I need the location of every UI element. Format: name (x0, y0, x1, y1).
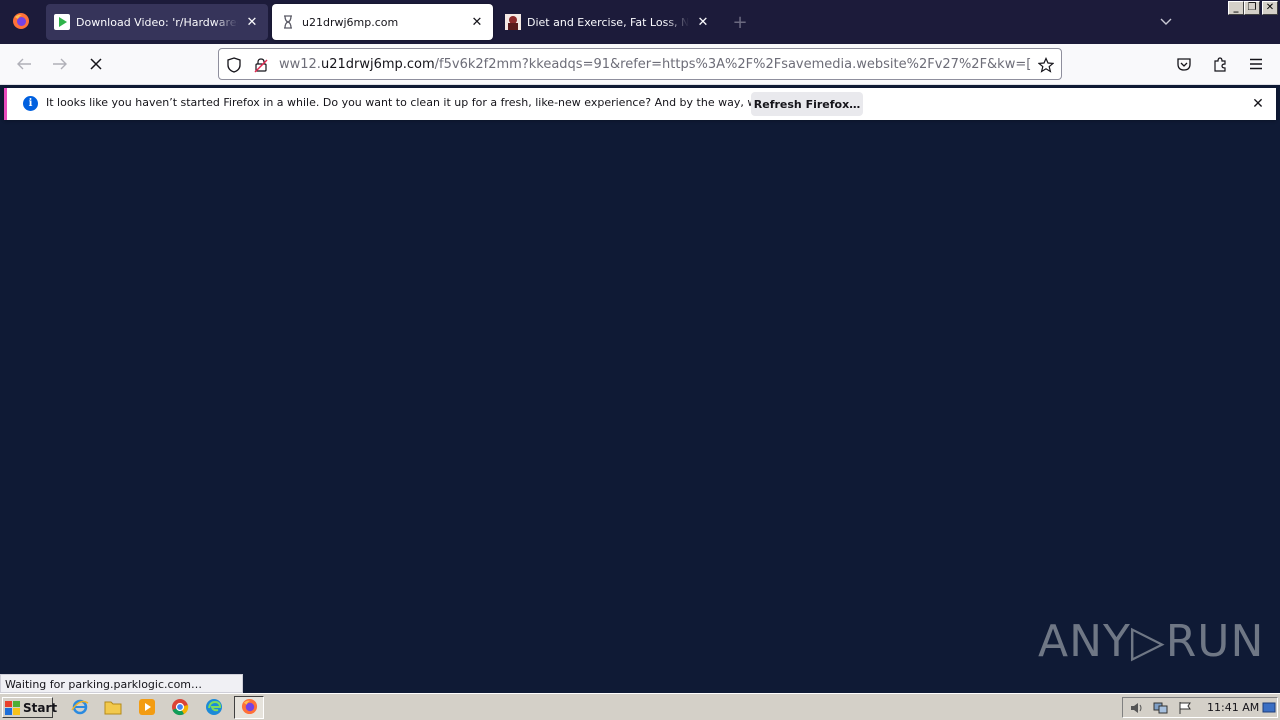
tab-title: Download Video: 'r/Hardwaregore (76, 15, 238, 29)
folder-icon (104, 699, 122, 718)
watermark-text: ANY▷RUN (1038, 615, 1265, 667)
windows-logo-icon (5, 700, 20, 715)
stop-icon (89, 57, 103, 74)
firefox-icon (241, 698, 258, 718)
star-icon[interactable] (1037, 56, 1055, 74)
site-favicon (505, 14, 521, 30)
taskbar-internet-explorer[interactable] (70, 698, 90, 718)
taskbar-clock[interactable]: 11:41 AM (1207, 701, 1259, 714)
show-desktop-icon[interactable] (1261, 700, 1277, 716)
stop-loading-button[interactable] (83, 52, 109, 78)
chevron-down-icon (1160, 16, 1172, 29)
tab-diet-exercise[interactable]: Diet and Exercise, Fat Loss, Nutriti ✕ (497, 4, 719, 40)
firefox-menu-button[interactable] (0, 0, 42, 44)
taskbar-file-explorer[interactable] (103, 698, 123, 718)
forward-button[interactable] (47, 52, 73, 78)
insecure-lock-icon[interactable] (252, 56, 270, 74)
hamburger-icon (1249, 58, 1263, 73)
info-icon: i (23, 96, 38, 111)
tab-title: u21drwj6mp.com (302, 15, 399, 29)
new-tab-button[interactable]: + (730, 12, 750, 33)
taskbar: Start 11:41 AM (0, 693, 1280, 720)
shield-icon[interactable] (225, 56, 243, 74)
back-arrow-icon (16, 57, 32, 74)
refresh-firefox-button[interactable]: Refresh Firefox… (751, 92, 863, 116)
address-bar[interactable]: ww12.u21drwj6mp.com/f5v6k2f2mm?kkeadqs=9… (218, 48, 1062, 80)
firefox-icon (12, 12, 30, 33)
pocket-button[interactable] (1171, 52, 1197, 78)
media-player-icon (138, 698, 156, 719)
tab-active-site[interactable]: u21drwj6mp.com ✕ (272, 4, 493, 40)
extensions-button[interactable] (1207, 52, 1233, 78)
refresh-firefox-notification: i It looks like you haven’t started Fire… (4, 88, 1276, 120)
close-notification-icon[interactable]: ✕ (1249, 95, 1267, 113)
page-content (0, 125, 1280, 691)
tab-download-video[interactable]: Download Video: 'r/Hardwaregore ✕ (46, 4, 268, 40)
close-window-button[interactable]: ✕ (1262, 1, 1278, 15)
hourglass-icon (280, 14, 296, 30)
volume-icon[interactable] (1129, 700, 1145, 716)
url-host: u21drwj6mp.com (320, 57, 435, 72)
pocket-icon (1176, 56, 1192, 75)
restore-window-button[interactable]: ❐ (1244, 1, 1260, 15)
url-path: /f5v6k2f2mm?kkeadqs=91&refer=https%3A%2F… (434, 57, 1031, 72)
status-panel: Waiting for parking.parklogic.com… (0, 674, 243, 693)
url-text[interactable]: ww12.u21drwj6mp.com/f5v6k2f2mm?kkeadqs=9… (279, 57, 1031, 72)
close-tab-icon[interactable]: ✕ (695, 14, 711, 30)
list-all-tabs-button[interactable] (1156, 12, 1176, 32)
puzzle-icon (1212, 56, 1228, 75)
back-button[interactable] (11, 52, 37, 78)
anyrun-watermark: ANY▷RUN (1038, 608, 1263, 674)
action-center-flag-icon[interactable] (1177, 700, 1193, 716)
close-tab-icon[interactable]: ✕ (244, 14, 260, 30)
start-label: Start (23, 700, 58, 715)
forward-arrow-icon (52, 57, 68, 74)
taskbar-chrome[interactable] (170, 698, 190, 718)
edge-icon (205, 698, 223, 719)
taskbar-media-player[interactable] (137, 698, 157, 718)
taskbar-edge[interactable] (204, 698, 224, 718)
internet-explorer-icon (71, 698, 89, 719)
navigation-toolbar: ww12.u21drwj6mp.com/f5v6k2f2mm?kkeadqs=9… (0, 44, 1280, 85)
tab-strip: Download Video: 'r/Hardwaregore ✕ u21drw… (0, 0, 1280, 44)
network-icon[interactable] (1153, 700, 1169, 716)
close-tab-icon[interactable]: ✕ (469, 14, 485, 30)
tab-title: Diet and Exercise, Fat Loss, Nutriti (527, 15, 689, 29)
minimize-window-button[interactable]: _ (1228, 1, 1244, 15)
taskbar-firefox[interactable] (234, 696, 264, 719)
chrome-icon (171, 698, 189, 719)
app-menu-button[interactable] (1243, 52, 1269, 78)
play-icon (54, 14, 70, 30)
notification-message: It looks like you haven’t started Firefo… (46, 96, 831, 109)
system-tray: 11:41 AM (1122, 697, 1278, 718)
start-button[interactable]: Start (2, 697, 57, 718)
url-prefix: ww12. (279, 57, 321, 72)
